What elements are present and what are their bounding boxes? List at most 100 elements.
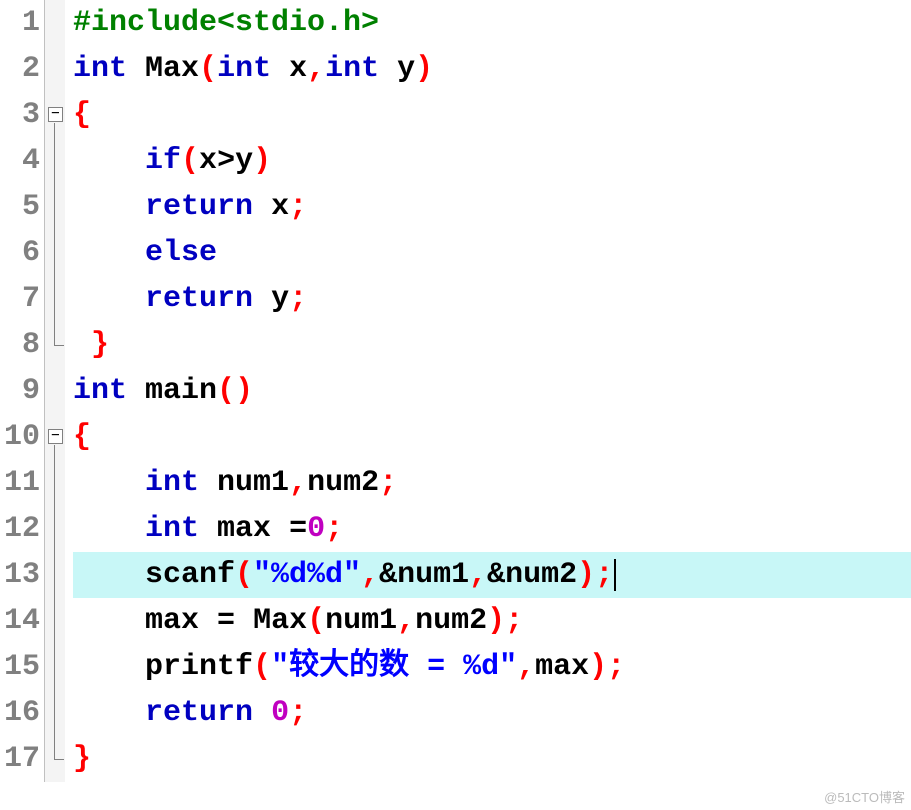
line-number: 13 bbox=[0, 552, 44, 598]
token-str: "%d%d" bbox=[253, 552, 361, 598]
token-ident: num1 bbox=[217, 460, 289, 506]
token-paren: ) bbox=[487, 598, 505, 644]
code-line[interactable]: int Max(int x,int y) bbox=[73, 46, 911, 92]
token-str: "较大的数 = %d" bbox=[271, 644, 517, 690]
token-ident: num1 bbox=[397, 552, 469, 598]
code-line[interactable]: } bbox=[73, 322, 911, 368]
code-line[interactable]: printf("较大的数 = %d",max); bbox=[73, 644, 911, 690]
code-line[interactable]: { bbox=[73, 92, 911, 138]
line-number: 5 bbox=[0, 184, 44, 230]
fold-toggle-icon[interactable]: − bbox=[48, 107, 63, 122]
code-line[interactable]: return y; bbox=[73, 276, 911, 322]
code-line[interactable]: int num1,num2; bbox=[73, 460, 911, 506]
token-brace: } bbox=[91, 322, 109, 368]
token-paren: ( bbox=[253, 644, 271, 690]
token-ident: y bbox=[397, 46, 415, 92]
token-ident: num1 bbox=[325, 598, 397, 644]
token-kw: return bbox=[145, 276, 253, 322]
token-ident: Max bbox=[253, 598, 307, 644]
code-line[interactable]: return x; bbox=[73, 184, 911, 230]
token-num: 0 bbox=[271, 690, 289, 736]
line-number: 11 bbox=[0, 460, 44, 506]
token-ident: Max bbox=[145, 46, 199, 92]
fold-column[interactable]: −− bbox=[45, 0, 65, 782]
code-line[interactable]: int max =0; bbox=[73, 506, 911, 552]
token-kw: return bbox=[145, 690, 253, 736]
token-ident: num2 bbox=[505, 552, 577, 598]
token-kw: else bbox=[145, 230, 217, 276]
code-line[interactable]: { bbox=[73, 414, 911, 460]
code-line[interactable]: scanf("%d%d",&num1,&num2); bbox=[73, 552, 911, 598]
token-paren: ( bbox=[199, 46, 217, 92]
code-line[interactable]: #include<stdio.h> bbox=[73, 0, 911, 46]
token-ident: x bbox=[289, 46, 307, 92]
token-semi: ; bbox=[325, 506, 343, 552]
token-comma: , bbox=[289, 460, 307, 506]
line-number: 4 bbox=[0, 138, 44, 184]
token-comma: , bbox=[361, 552, 379, 598]
token-brace: { bbox=[73, 414, 91, 460]
line-number: 10 bbox=[0, 414, 44, 460]
line-number: 15 bbox=[0, 644, 44, 690]
token-paren: ) bbox=[577, 552, 595, 598]
token-ident: x bbox=[199, 138, 217, 184]
token-semi: ; bbox=[289, 184, 307, 230]
token-ident: num2 bbox=[415, 598, 487, 644]
token-ident: max bbox=[145, 598, 199, 644]
line-number: 12 bbox=[0, 506, 44, 552]
fold-toggle-icon[interactable]: − bbox=[48, 429, 63, 444]
line-number: 2 bbox=[0, 46, 44, 92]
line-number: 1 bbox=[0, 0, 44, 46]
line-number: 8 bbox=[0, 322, 44, 368]
token-paren: ( bbox=[307, 598, 325, 644]
token-semi: ; bbox=[595, 552, 613, 598]
watermark-text: @51CTO博客 bbox=[824, 787, 905, 806]
fold-guide bbox=[54, 445, 55, 759]
token-op: = bbox=[217, 598, 235, 644]
fold-guide-end bbox=[54, 345, 64, 346]
code-line[interactable]: } bbox=[73, 736, 911, 782]
line-number: 14 bbox=[0, 598, 44, 644]
code-line[interactable]: return 0; bbox=[73, 690, 911, 736]
text-cursor bbox=[614, 559, 616, 591]
token-kw: int bbox=[73, 46, 127, 92]
token-op: > bbox=[217, 138, 235, 184]
code-editor[interactable]: 1234567891011121314151617 −− #include<st… bbox=[0, 0, 911, 782]
fold-guide-end bbox=[54, 759, 64, 760]
token-kw: int bbox=[145, 460, 199, 506]
token-paren: ( bbox=[181, 138, 199, 184]
token-op: & bbox=[487, 552, 505, 598]
token-brace: { bbox=[73, 92, 91, 138]
token-paren: ( bbox=[217, 368, 235, 414]
token-ident: max bbox=[535, 644, 589, 690]
token-op: = bbox=[289, 506, 307, 552]
code-line[interactable]: int main() bbox=[73, 368, 911, 414]
code-line[interactable]: if(x>y) bbox=[73, 138, 911, 184]
line-number: 16 bbox=[0, 690, 44, 736]
token-paren: ) bbox=[589, 644, 607, 690]
token-kw: int bbox=[145, 506, 199, 552]
token-semi: ; bbox=[379, 460, 397, 506]
token-ident: scanf bbox=[145, 552, 235, 598]
code-area[interactable]: #include<stdio.h>int Max(int x,int y){ i… bbox=[65, 0, 911, 782]
token-pre: #include<stdio.h> bbox=[73, 0, 379, 46]
fold-guide bbox=[54, 123, 55, 345]
token-paren: ) bbox=[415, 46, 433, 92]
line-number-gutter: 1234567891011121314151617 bbox=[0, 0, 45, 782]
line-number: 3 bbox=[0, 92, 44, 138]
token-ident: y bbox=[235, 138, 253, 184]
line-number: 6 bbox=[0, 230, 44, 276]
token-paren: ( bbox=[235, 552, 253, 598]
code-line[interactable]: else bbox=[73, 230, 911, 276]
code-line[interactable]: max = Max(num1,num2); bbox=[73, 598, 911, 644]
line-number: 7 bbox=[0, 276, 44, 322]
token-kw: int bbox=[325, 46, 379, 92]
token-semi: ; bbox=[289, 690, 307, 736]
token-comma: , bbox=[307, 46, 325, 92]
token-ident: main bbox=[145, 368, 217, 414]
token-kw: int bbox=[217, 46, 271, 92]
token-ident: printf bbox=[145, 644, 253, 690]
token-num: 0 bbox=[307, 506, 325, 552]
token-kw: return bbox=[145, 184, 253, 230]
token-comma: , bbox=[517, 644, 535, 690]
